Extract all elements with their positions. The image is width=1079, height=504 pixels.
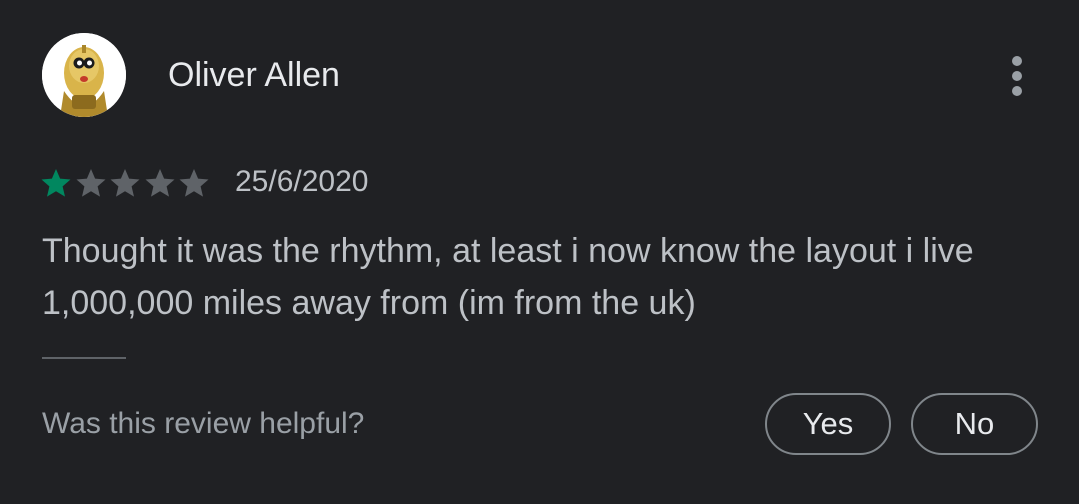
reviewer-name: Oliver Allen	[168, 56, 340, 94]
yes-button[interactable]: Yes	[765, 393, 891, 455]
divider	[42, 357, 126, 359]
more-vert-icon	[1012, 56, 1022, 66]
star-filled-icon	[40, 167, 75, 199]
star-rating	[40, 167, 213, 199]
star-empty-icon	[144, 167, 179, 199]
star-empty-icon	[109, 167, 144, 199]
avatar	[42, 33, 126, 117]
no-button[interactable]: No	[911, 393, 1038, 455]
star-empty-icon	[75, 167, 110, 199]
review-card: Oliver Allen 25/6/2020 Thought it was th…	[0, 0, 1079, 504]
review-text: Thought it was the rhythm, at least i no…	[42, 232, 974, 322]
more-options-button[interactable]	[1003, 54, 1031, 98]
more-vert-icon-dot	[1012, 71, 1022, 81]
star-empty-icon	[178, 167, 213, 199]
robot-avatar-icon	[42, 33, 126, 117]
more-vert-icon-dot	[1012, 86, 1022, 96]
review-date: 25/6/2020	[235, 165, 369, 198]
helpful-prompt: Was this review helpful?	[42, 407, 365, 440]
